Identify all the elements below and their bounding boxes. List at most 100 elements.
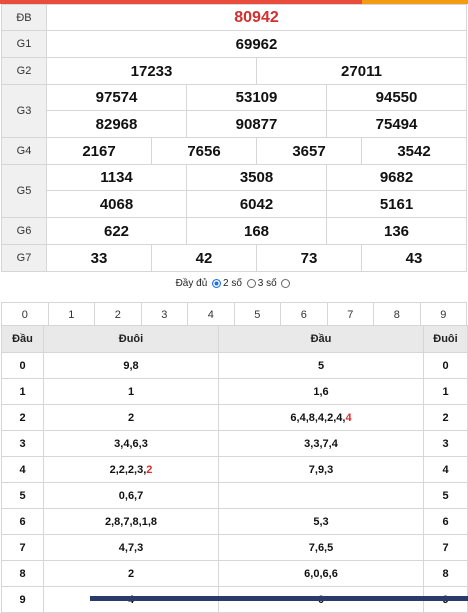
prize-label-g3: G3 <box>1 84 47 138</box>
row-head-digit: 0 <box>1 352 44 379</box>
row-head-digit: 5 <box>1 482 44 509</box>
row-head-digit: 7 <box>1 534 44 561</box>
row-head-digit: 8 <box>1 560 44 587</box>
row-g6: G6 622 168 136 <box>1 217 467 245</box>
bottom-banner-strip <box>90 596 468 601</box>
row-head-digit: 2 <box>1 404 44 431</box>
loto-row: 6 2,8,7,8,1,8 5,3 6 <box>1 508 468 535</box>
loto-row: 4 2,2,2,3,2 7,9,3 4 <box>1 456 468 483</box>
tail-values: 0,6,7 <box>43 482 219 509</box>
loto-header-row: Đầu Đuôi Đầu Đuôi <box>1 325 468 353</box>
digit-filter-button[interactable]: 1 <box>47 302 95 328</box>
digit-filter-button[interactable]: 6 <box>280 302 328 328</box>
row-g3b: 82968 90877 75494 <box>2 110 467 138</box>
tail-values: 3,4,6,3 <box>43 430 219 457</box>
row-db: ĐB 80942 <box>1 4 467 31</box>
tail-values: 4,7,3 <box>43 534 219 561</box>
row-g5b: 4068 6042 5161 <box>2 190 467 218</box>
prize-label-g2: G2 <box>1 57 47 85</box>
prize-g2-value: 27011 <box>256 57 467 85</box>
prize-label-g7: G7 <box>1 244 47 272</box>
prize-g4-value: 3542 <box>361 137 467 165</box>
prize-g7-value: 43 <box>361 244 467 272</box>
prize-g5-value: 9682 <box>326 164 467 191</box>
head-values: 6,4,8,4,2,4,4 <box>218 404 424 431</box>
head-values: 7,9,3 <box>218 456 424 483</box>
loto-row: 1 1 1,6 1 <box>1 378 468 405</box>
row-tail-digit: 4 <box>423 456 468 483</box>
radio-three-digits[interactable] <box>246 278 256 288</box>
prize-g3-value: 94550 <box>326 84 467 111</box>
prize-g4-value: 3657 <box>256 137 362 165</box>
prize-label-g4: G4 <box>1 137 47 165</box>
row-g5a: G5 1134 3508 9682 <box>1 164 467 218</box>
row-g7: G7 33 42 73 43 <box>1 244 467 272</box>
prize-g7-value: 73 <box>256 244 362 272</box>
loto-table: Đầu Đuôi Đầu Đuôi 0 9,8 5 0 1 1 1,6 1 2 … <box>1 325 468 613</box>
row-tail-digit: 5 <box>423 482 468 509</box>
tail-values: 2 <box>43 404 219 431</box>
prize-label-g6: G6 <box>1 217 47 245</box>
tail-values: 9,8 <box>43 352 219 379</box>
row-tail-digit: 0 <box>423 352 468 379</box>
digit-filter-button[interactable]: 3 <box>140 302 188 328</box>
prize-g7-value: 42 <box>151 244 257 272</box>
row-head-digit: 9 <box>1 586 44 613</box>
digit-filter-button[interactable]: 8 <box>373 302 421 328</box>
prize-g5-value: 3508 <box>186 164 327 191</box>
digit-filter-button[interactable]: 7 <box>326 302 374 328</box>
tail-values: 2,8,7,8,1,8 <box>43 508 219 535</box>
row-tail-digit: 3 <box>423 430 468 457</box>
row-g4: G4 2167 7656 3657 3542 <box>1 137 467 165</box>
prize-g5-value: 4068 <box>46 190 187 218</box>
loto-row: 7 4,7,3 7,6,5 7 <box>1 534 468 561</box>
option-three-label: 3 số <box>257 278 277 289</box>
row-head-digit: 4 <box>1 456 44 483</box>
prize-g6-value: 136 <box>326 217 467 245</box>
digit-filter-button[interactable]: 5 <box>233 302 281 328</box>
loto-row: 3 3,4,6,3 3,3,7,4 3 <box>1 430 468 457</box>
digit-filter-button[interactable]: 2 <box>94 302 142 328</box>
radio-extra[interactable] <box>281 278 291 288</box>
option-two-label: 2 số <box>223 278 242 289</box>
tail-values: 2 <box>43 560 219 587</box>
loto-row: 5 0,6,7 5 <box>1 482 468 509</box>
prize-g5-value: 5161 <box>326 190 467 218</box>
header-duoi-right: Đuôi <box>423 325 468 353</box>
prize-g2-value: 17233 <box>46 57 257 85</box>
prize-g4-value: 2167 <box>46 137 152 165</box>
prize-g3-value: 75494 <box>326 110 467 138</box>
radio-two-digits[interactable] <box>212 278 222 288</box>
row-tail-digit: 2 <box>423 404 468 431</box>
row-head-digit: 1 <box>1 378 44 405</box>
digit-filter-button[interactable]: 9 <box>419 302 467 328</box>
loto-row: 2 2 6,4,8,4,2,4,4 2 <box>1 404 468 431</box>
head-values <box>218 482 424 509</box>
row-g1: G1 69962 <box>1 30 467 58</box>
row-g2: G2 17233 27011 <box>1 57 467 85</box>
prize-g5-value: 1134 <box>46 164 187 191</box>
head-values: 7,6,5 <box>218 534 424 561</box>
loto-row: 0 9,8 5 0 <box>1 352 468 379</box>
digit-filter-button[interactable]: 4 <box>187 302 235 328</box>
row-head-digit: 3 <box>1 430 44 457</box>
prize-g3-value: 82968 <box>46 110 187 138</box>
prize-g6-value: 168 <box>186 217 327 245</box>
prize-g7-value: 33 <box>46 244 152 272</box>
prize-g5-value: 6042 <box>186 190 327 218</box>
prize-label-db: ĐB <box>1 4 47 31</box>
head-values: 5,3 <box>218 508 424 535</box>
row-tail-digit: 1 <box>423 378 468 405</box>
tail-values: 1 <box>43 378 219 405</box>
head-values: 3,3,7,4 <box>218 430 424 457</box>
prize-g3-value: 97574 <box>46 84 187 111</box>
prize-db-value: 80942 <box>46 4 467 31</box>
row-head-digit: 6 <box>1 508 44 535</box>
header-dau-right: Đầu <box>218 325 424 353</box>
digit-filter-button[interactable]: 0 <box>1 302 49 328</box>
header-dau-left: Đầu <box>1 325 44 353</box>
prize-g1-value: 69962 <box>46 30 467 58</box>
prize-label-g1: G1 <box>1 30 47 58</box>
head-values: 1,6 <box>218 378 424 405</box>
row-tail-digit: 6 <box>423 508 468 535</box>
